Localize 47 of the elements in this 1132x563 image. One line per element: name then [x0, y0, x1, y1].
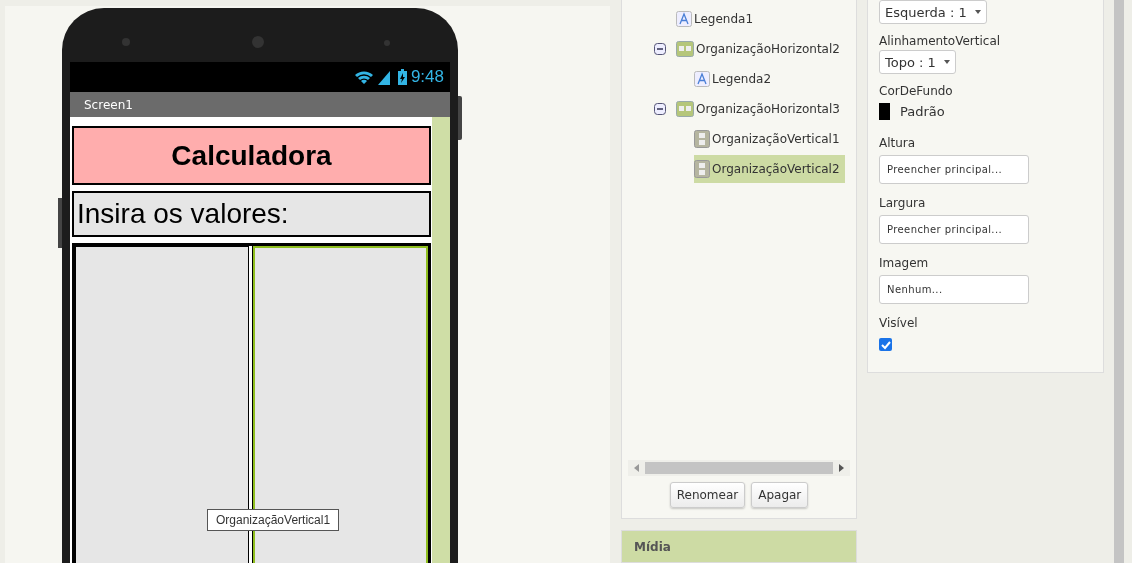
screen-title: Screen1 [83, 97, 133, 112]
label-icon [694, 71, 710, 87]
wifi-icon [353, 69, 374, 85]
label-icon [676, 11, 692, 27]
tree-action-button[interactable]: Renomear [669, 482, 746, 508]
collapse-icon[interactable] [654, 103, 666, 115]
color-name: Padrão [900, 104, 945, 119]
property-label: Largura [879, 196, 927, 212]
vertical-arrangement-icon [694, 160, 710, 178]
tree-action-button[interactable]: Apagar [751, 482, 809, 508]
scroll-left-icon[interactable] [634, 464, 639, 472]
property-label: AlinhamentoVertical [879, 34, 1002, 50]
scrollbar-thumb[interactable] [645, 462, 833, 474]
camera-dot-icon [252, 36, 264, 48]
color-swatch[interactable] [879, 103, 890, 120]
property-field[interactable]: Nenhum... [879, 275, 1029, 304]
text-label[interactable]: Insira os valores: [72, 191, 431, 237]
property-field[interactable]: Preencher principal... [879, 155, 1029, 184]
horizontal-arrangement-icon [676, 41, 694, 57]
property-label: Imagem [879, 256, 930, 272]
checkbox[interactable] [879, 338, 892, 351]
tree-item[interactable]: OrganizaçãoVertical1 [694, 125, 845, 153]
property-label: Visível [879, 316, 919, 332]
tree-item[interactable]: OrganizaçãoHorizontal3 [676, 95, 845, 123]
collapse-icon[interactable] [654, 43, 666, 55]
property-field[interactable]: Preencher principal... [879, 215, 1029, 244]
property-dropdown[interactable]: Esquerda : 1 [879, 0, 987, 24]
tooltip: OrganizaçãoVertical1 [207, 509, 340, 531]
vertical-arrangement-icon [694, 130, 710, 148]
title-label[interactable]: Calculadora [72, 126, 431, 185]
caret-icon [974, 10, 981, 14]
page-scrollbar[interactable] [1114, 0, 1124, 563]
status-time: 9:48 [410, 67, 444, 87]
property-dropdown[interactable]: Topo : 1 [879, 50, 956, 74]
tree-item[interactable]: Legenda2 [694, 65, 777, 93]
media-section-header[interactable]: Mídia [621, 530, 857, 563]
property-label: Altura [879, 136, 917, 152]
scroll-right-icon[interactable] [839, 464, 844, 472]
tree-item[interactable]: OrganizaçãoHorizontal2 [676, 35, 845, 63]
tree-item[interactable]: OrganizaçãoVertical2 [694, 155, 845, 183]
horizontal-arrangement-icon [676, 101, 694, 117]
tree-item[interactable]: Legenda1 [676, 5, 759, 33]
battery-icon [397, 69, 407, 85]
horizontal-scrollbar[interactable] [628, 460, 850, 476]
property-label: CorDeFundo [879, 84, 954, 100]
signal-icon [377, 69, 390, 85]
caret-icon [943, 60, 950, 64]
